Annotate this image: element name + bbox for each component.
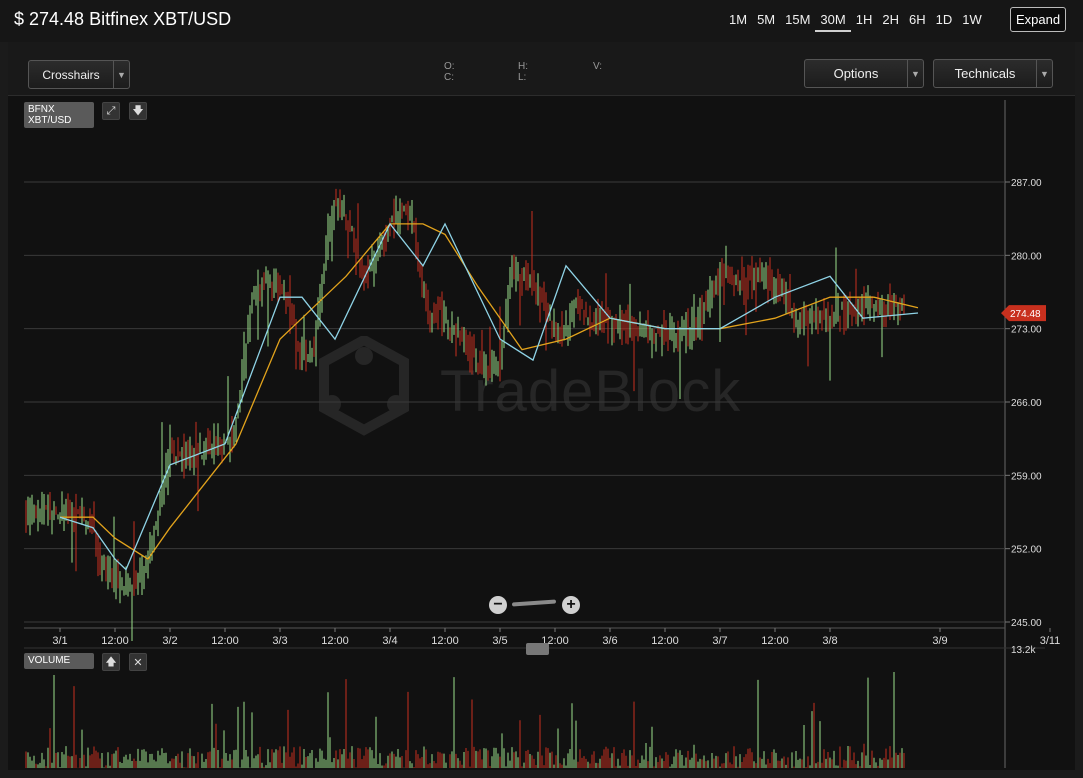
price-tick-label: 287.00	[1011, 178, 1042, 189]
close-icon[interactable]: ✕	[129, 653, 147, 671]
time-tick-label: 12:00	[431, 635, 459, 647]
time-tick-label: 3/5	[492, 635, 507, 647]
time-tick-label: 3/7	[712, 635, 727, 647]
pane-resize-handle[interactable]	[526, 643, 549, 655]
volume-badge: VOLUME	[24, 653, 94, 669]
fullscreen-icon[interactable]: ⤢	[102, 102, 120, 120]
ma_fast-line	[59, 222, 919, 571]
price-chart[interactable]: 287.00 280.00 273.00 266.00 259.00 252.00 245.…	[0, 0, 1083, 778]
zoom-out-icon[interactable]: −	[489, 596, 507, 614]
price-tick-label: 245.00	[1011, 618, 1042, 629]
time-tick-label: 12:00	[211, 635, 239, 647]
price-tick-label: 280.00	[1011, 251, 1042, 262]
chart-app: $ 274.48 Bitfinex XBT/USD 1M 5M 15M 30M 1H 2H…	[0, 0, 1083, 778]
symbol-exchange: BFNX	[28, 104, 55, 115]
zoom-in-icon[interactable]: +	[562, 596, 580, 614]
time-tick-label: 12:00	[761, 635, 789, 647]
time-tick-label: 3/11	[1040, 635, 1061, 647]
current-price-label: 274.48	[1010, 309, 1041, 320]
time-tick-label: 3/2	[162, 635, 177, 647]
time-tick-label: 3/9	[932, 635, 947, 647]
arrow-up-icon[interactable]: 🡅	[102, 653, 120, 671]
price-tick-label: 273.00	[1011, 325, 1042, 336]
price-tick-label: 266.00	[1011, 398, 1042, 409]
time-tick-label: 3/4	[382, 635, 397, 647]
arrow-down-icon[interactable]: 🡇	[129, 102, 147, 120]
symbol-pair: XBT/USD	[28, 115, 72, 126]
symbol-badge: BFNX XBT/USD	[24, 102, 94, 128]
time-tick-label: 3/6	[602, 635, 617, 647]
time-tick-label: 12:00	[101, 635, 129, 647]
time-tick-label: 12:00	[651, 635, 679, 647]
time-tick-label: 3/8	[822, 635, 837, 647]
price-tick-label: 252.00	[1011, 545, 1042, 556]
time-tick-label: 12:00	[321, 635, 349, 647]
volume-axis-label: 13.2k	[1011, 645, 1036, 656]
time-tick-label: 3/1	[52, 635, 67, 647]
price-tick-label: 259.00	[1011, 471, 1042, 482]
ma_slow-line	[60, 223, 919, 560]
time-tick-label: 3/3	[272, 635, 287, 647]
